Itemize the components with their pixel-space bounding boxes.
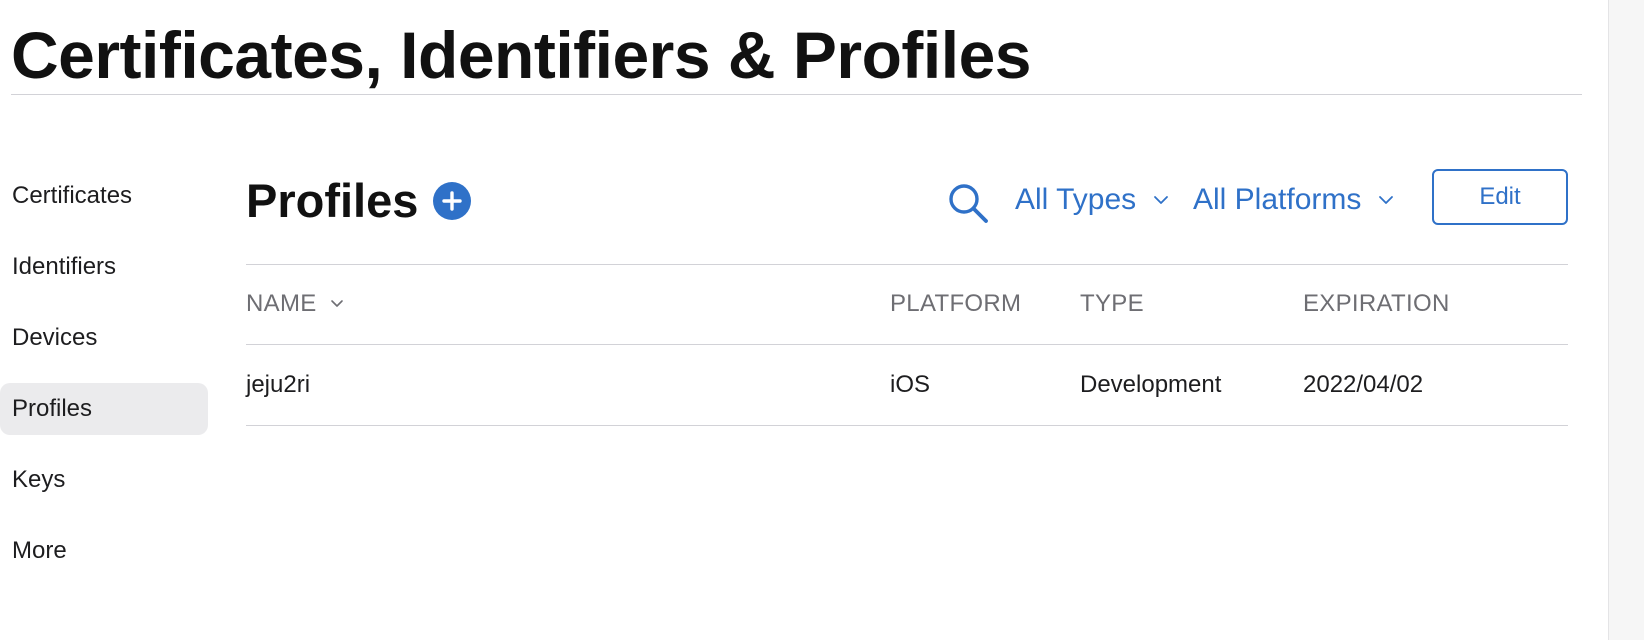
sidebar-item-label: More: [12, 537, 67, 564]
section-title: Profiles: [246, 174, 419, 227]
plus-circle-icon: [442, 191, 462, 211]
title-divider: [11, 94, 1582, 95]
cell-type: Development: [1080, 371, 1222, 398]
filter-platforms-label: All Platforms: [1193, 183, 1362, 216]
table-row[interactable]: jeju2ri iOS Development 2022/04/02: [246, 345, 1568, 425]
filter-types-dropdown[interactable]: All Types: [1015, 180, 1169, 220]
sidebar-item-label: Devices: [12, 324, 98, 351]
sidebar-item-keys[interactable]: Keys: [0, 454, 208, 506]
sidebar-item-devices[interactable]: Devices: [0, 312, 208, 364]
column-header-type: TYPE: [1080, 290, 1144, 317]
filter-platforms-dropdown[interactable]: All Platforms: [1193, 180, 1394, 220]
edit-button[interactable]: Edit: [1432, 169, 1568, 225]
search-icon: [949, 184, 988, 223]
sidebar-item-label: Certificates: [12, 182, 133, 209]
chevron-down-icon: [1153, 196, 1168, 204]
add-profile-button[interactable]: [433, 182, 471, 220]
sidebar-item-more[interactable]: More: [0, 525, 208, 577]
chevron-down-icon: [1378, 196, 1393, 204]
column-header-platform: PLATFORM: [890, 290, 1022, 317]
table-header: NAME PLATFORM TYPE EXPIRATION: [246, 264, 1568, 344]
cell-name[interactable]: jeju2ri: [246, 345, 310, 425]
column-header-expiration: EXPIRATION: [1303, 290, 1450, 317]
sidebar-item-label: Identifiers: [12, 253, 117, 280]
column-header-name[interactable]: NAME: [246, 264, 344, 344]
page: Certificates, Identifiers & Profiles Cer…: [0, 0, 1644, 640]
search-button[interactable]: [946, 181, 992, 227]
table-row-divider: [246, 425, 1568, 426]
sidebar: Certificates Identifiers Devices Profile…: [0, 170, 208, 596]
sidebar-item-certificates[interactable]: Certificates: [0, 170, 208, 222]
sidebar-item-label: Profiles: [12, 395, 93, 422]
chevron-down-icon: [330, 300, 343, 307]
sidebar-item-profiles[interactable]: Profiles: [0, 383, 208, 435]
sidebar-item-label: Keys: [12, 466, 66, 493]
page-title: Certificates, Identifiers & Profiles: [11, 18, 1032, 92]
column-header-label: NAME: [246, 290, 317, 317]
scrollbar[interactable]: [1608, 0, 1644, 640]
filter-types-label: All Types: [1015, 183, 1137, 216]
cell-platform: iOS: [890, 371, 931, 398]
sidebar-item-identifiers[interactable]: Identifiers: [0, 241, 208, 293]
cell-expiration: 2022/04/02: [1303, 371, 1424, 398]
